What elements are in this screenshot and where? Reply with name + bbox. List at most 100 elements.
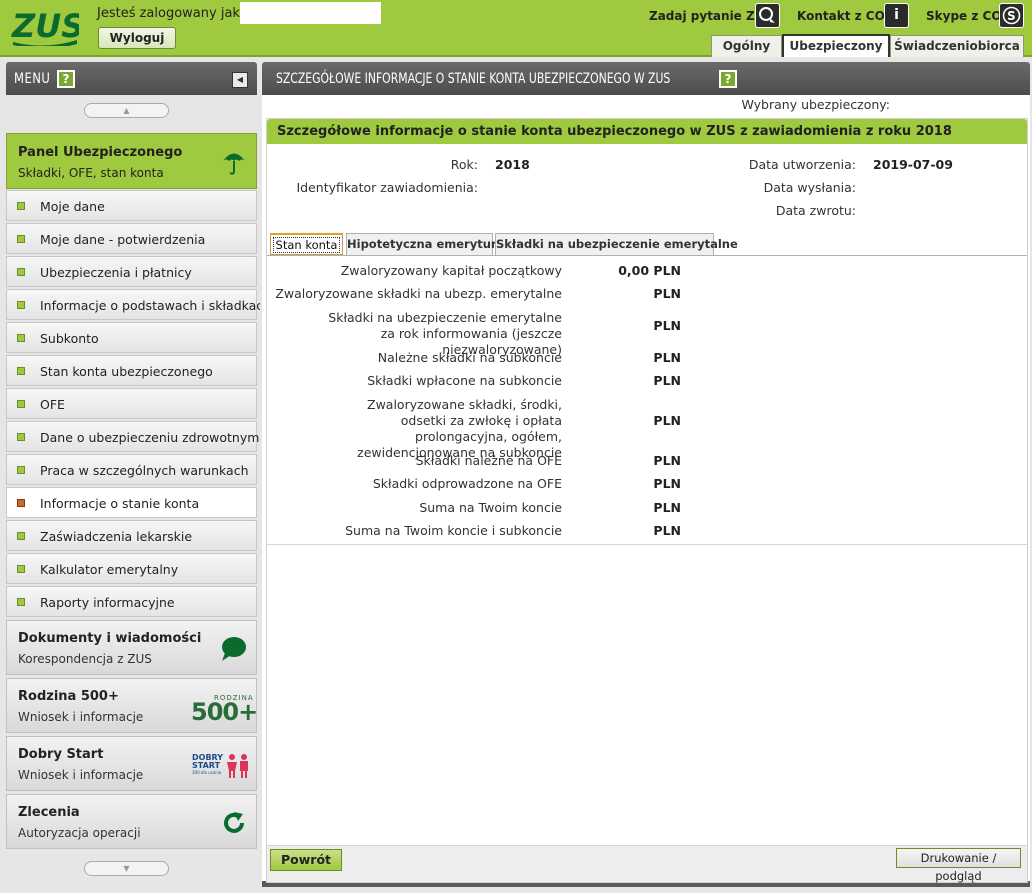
bullet-icon [17, 202, 25, 210]
sidebar-item-raporty[interactable]: Raporty informacyjne [6, 586, 257, 617]
sidebar-item-label: Zaświadczenia lekarskie [40, 529, 193, 544]
sidebar-item-ubezpieczenie-zdrowotne[interactable]: Dane o ubezpieczeniu zdrowotnym [6, 421, 260, 452]
main-body: Wybrany ubezpieczony: Szczegółowe inform… [262, 95, 1030, 887]
bullet-icon [17, 400, 25, 408]
bullet-icon [17, 466, 25, 474]
menu-title: MENU [14, 71, 51, 87]
info-icon[interactable]: i [884, 3, 909, 28]
back-button[interactable]: Powrót [270, 849, 342, 871]
logo-line2: START [192, 761, 221, 770]
menu-header: MENU ? ◀ [6, 62, 257, 95]
scroll-down-button[interactable]: ▼ [84, 861, 169, 876]
sidebar-item-podstawy-skladki[interactable]: Informacje o podstawach i składkach [6, 289, 271, 320]
dobry-start-logo: DOBRY START 300 dla ucznia [191, 753, 253, 783]
sidebar-item-label: Subkonto [40, 331, 99, 346]
row-value: PLN [653, 286, 681, 301]
top-bar: ZUS Jesteś zalogowany jako: Wyloguj Zada… [0, 0, 1032, 58]
svg-text:S: S [1007, 9, 1016, 23]
row-label: Suma na Twoim koncie i subkoncie [345, 523, 562, 538]
panel-rodzina-500[interactable]: Rodzina 500+ Wniosek i informacje RODZIN… [6, 678, 258, 733]
panel-ubezpieczonego[interactable]: Panel Ubezpieczonego Składki, OFE, stan … [6, 133, 257, 189]
sidebar-item-label: Ubezpieczenia i płatnicy [40, 265, 192, 280]
scroll-up-button[interactable]: ▲ [84, 103, 169, 118]
logout-button[interactable]: Wyloguj [98, 27, 176, 49]
panel-dokumenty[interactable]: Dokumenty i wiadomości Korespondencja z … [6, 620, 257, 675]
sidebar-item-stan-konta[interactable]: Stan konta ubezpieczonego [6, 355, 257, 386]
collapse-menu-icon[interactable]: ◀ [232, 72, 248, 88]
panel-title: Panel Ubezpieczonego [18, 145, 183, 160]
contact-cot-link[interactable]: Kontakt z COT [797, 9, 893, 23]
sidebar-item-label: OFE [40, 397, 65, 412]
sidebar-item-kalkulator[interactable]: Kalkulator emerytalny [6, 553, 257, 584]
bullet-icon [17, 301, 25, 309]
umbrella-icon [223, 153, 245, 175]
sidebar-item-szczegolne-warunki[interactable]: Praca w szczególnych warunkach [6, 454, 257, 485]
sent-date-label: Data wysłania: [763, 180, 856, 195]
panel-subtitle: Składki, OFE, stan konta [18, 166, 164, 180]
skype-icon[interactable]: S [999, 3, 1024, 28]
row-label: Należne składki na subkoncie [377, 350, 562, 365]
row-value: PLN [653, 350, 681, 365]
page-help-icon[interactable]: ? [719, 70, 737, 88]
row-label: Suma na Twoim koncie [419, 500, 562, 515]
bullet-icon [17, 532, 25, 540]
sidebar: MENU ? ◀ ▲ Panel Ubezpieczonego Składki,… [0, 57, 271, 893]
panel-title: Rodzina 500+ [18, 689, 119, 704]
tab-swiadczeniobiorca[interactable]: Świadczeniobiorca [890, 35, 1024, 57]
footer-bar: Powrót Drukowanie / podgląd [267, 845, 1027, 883]
skype-cot-link[interactable]: Skype z COT [926, 9, 1010, 23]
row-label: Składki należne na OFE [415, 453, 562, 468]
sidebar-item-moje-dane-potwierdzenia[interactable]: Moje dane - potwierdzenia [6, 223, 257, 254]
row-value: PLN [653, 453, 681, 468]
tab-stan-konta[interactable]: Stan konta [270, 233, 343, 255]
sidebar-item-label: Informacje o podstawach i składkach [40, 298, 272, 313]
zus-logo[interactable]: ZUS [11, 6, 79, 46]
bullet-icon [17, 433, 25, 441]
panel-subtitle: Wniosek i informacje [18, 710, 144, 724]
sidebar-item-moje-dane[interactable]: Moje dane [6, 190, 257, 221]
sidebar-item-ubezpieczenia[interactable]: Ubezpieczenia i płatnicy [6, 256, 257, 287]
row-value: PLN [653, 523, 681, 538]
selected-insured-label: Wybrany ubezpieczony: [741, 97, 890, 112]
row-value: PLN [653, 476, 681, 491]
tab-skladki-emerytalne[interactable]: Składki na ubezpieczenie emerytalne [495, 233, 738, 255]
table-divider [267, 544, 1027, 545]
content-box: Szczegółowe informacje o stanie konta ub… [266, 118, 1028, 883]
refresh-icon [224, 812, 244, 833]
row-value: PLN [653, 318, 681, 333]
sidebar-item-label: Raporty informacyjne [40, 595, 175, 610]
tab-ubezpieczony[interactable]: Ubezpieczony [782, 34, 890, 58]
logo-big-text: 500+ [191, 698, 258, 726]
panel-subtitle: Korespondencja z ZUS [18, 652, 152, 666]
print-preview-button[interactable]: Drukowanie / podgląd [896, 848, 1021, 883]
row-value: PLN [653, 500, 681, 515]
row-label: Składki odprowadzone na OFE [372, 476, 562, 491]
notice-id-label: Identyfikator zawiadomienia: [296, 180, 478, 195]
page-title: SZCZEGÓŁOWE INFORMACJE O STANIE KONTA UB… [276, 71, 671, 87]
panel-subtitle: Autoryzacja operacji [18, 826, 141, 840]
sidebar-item-subkonto[interactable]: Subkonto [6, 322, 257, 353]
row-value: PLN [653, 373, 681, 388]
sidebar-item-ofe[interactable]: OFE [6, 388, 257, 419]
user-name-redacted [240, 2, 381, 24]
created-date-label: Data utworzenia: [748, 157, 856, 172]
logo-text: ZUS [11, 7, 79, 45]
chat-icon[interactable] [755, 3, 780, 28]
sidebar-item-label: Dane o ubezpieczeniu zdrowotnym [40, 430, 260, 445]
sidebar-item-informacje-o-stanie-konta[interactable]: Informacje o stanie konta [6, 487, 257, 518]
menu-help-icon[interactable]: ? [57, 70, 75, 88]
sidebar-item-zaswiadczenia[interactable]: Zaświadczenia lekarskie [6, 520, 257, 551]
logged-in-label: Jesteś zalogowany jako: [97, 6, 252, 21]
tab-ogolny[interactable]: Ogólny [711, 35, 782, 57]
year-value: 2018 [495, 157, 530, 172]
row-value: PLN [653, 413, 681, 428]
bullet-icon [17, 334, 25, 342]
rodzina-500-logo: RODZINA 500+ [191, 694, 258, 726]
panel-zlecenia[interactable]: Zlecenia Autoryzacja operacji [6, 794, 257, 849]
tab-hipotetyczna-emerytura[interactable]: Hipotetyczna emerytura [346, 233, 504, 255]
bullet-icon [17, 367, 25, 375]
page-header: SZCZEGÓŁOWE INFORMACJE O STANIE KONTA UB… [262, 62, 1030, 95]
year-label: Rok: [450, 157, 478, 172]
panel-title: Dobry Start [18, 747, 104, 762]
panel-dobry-start[interactable]: Dobry Start Wniosek i informacje DOBRY S… [6, 736, 257, 791]
